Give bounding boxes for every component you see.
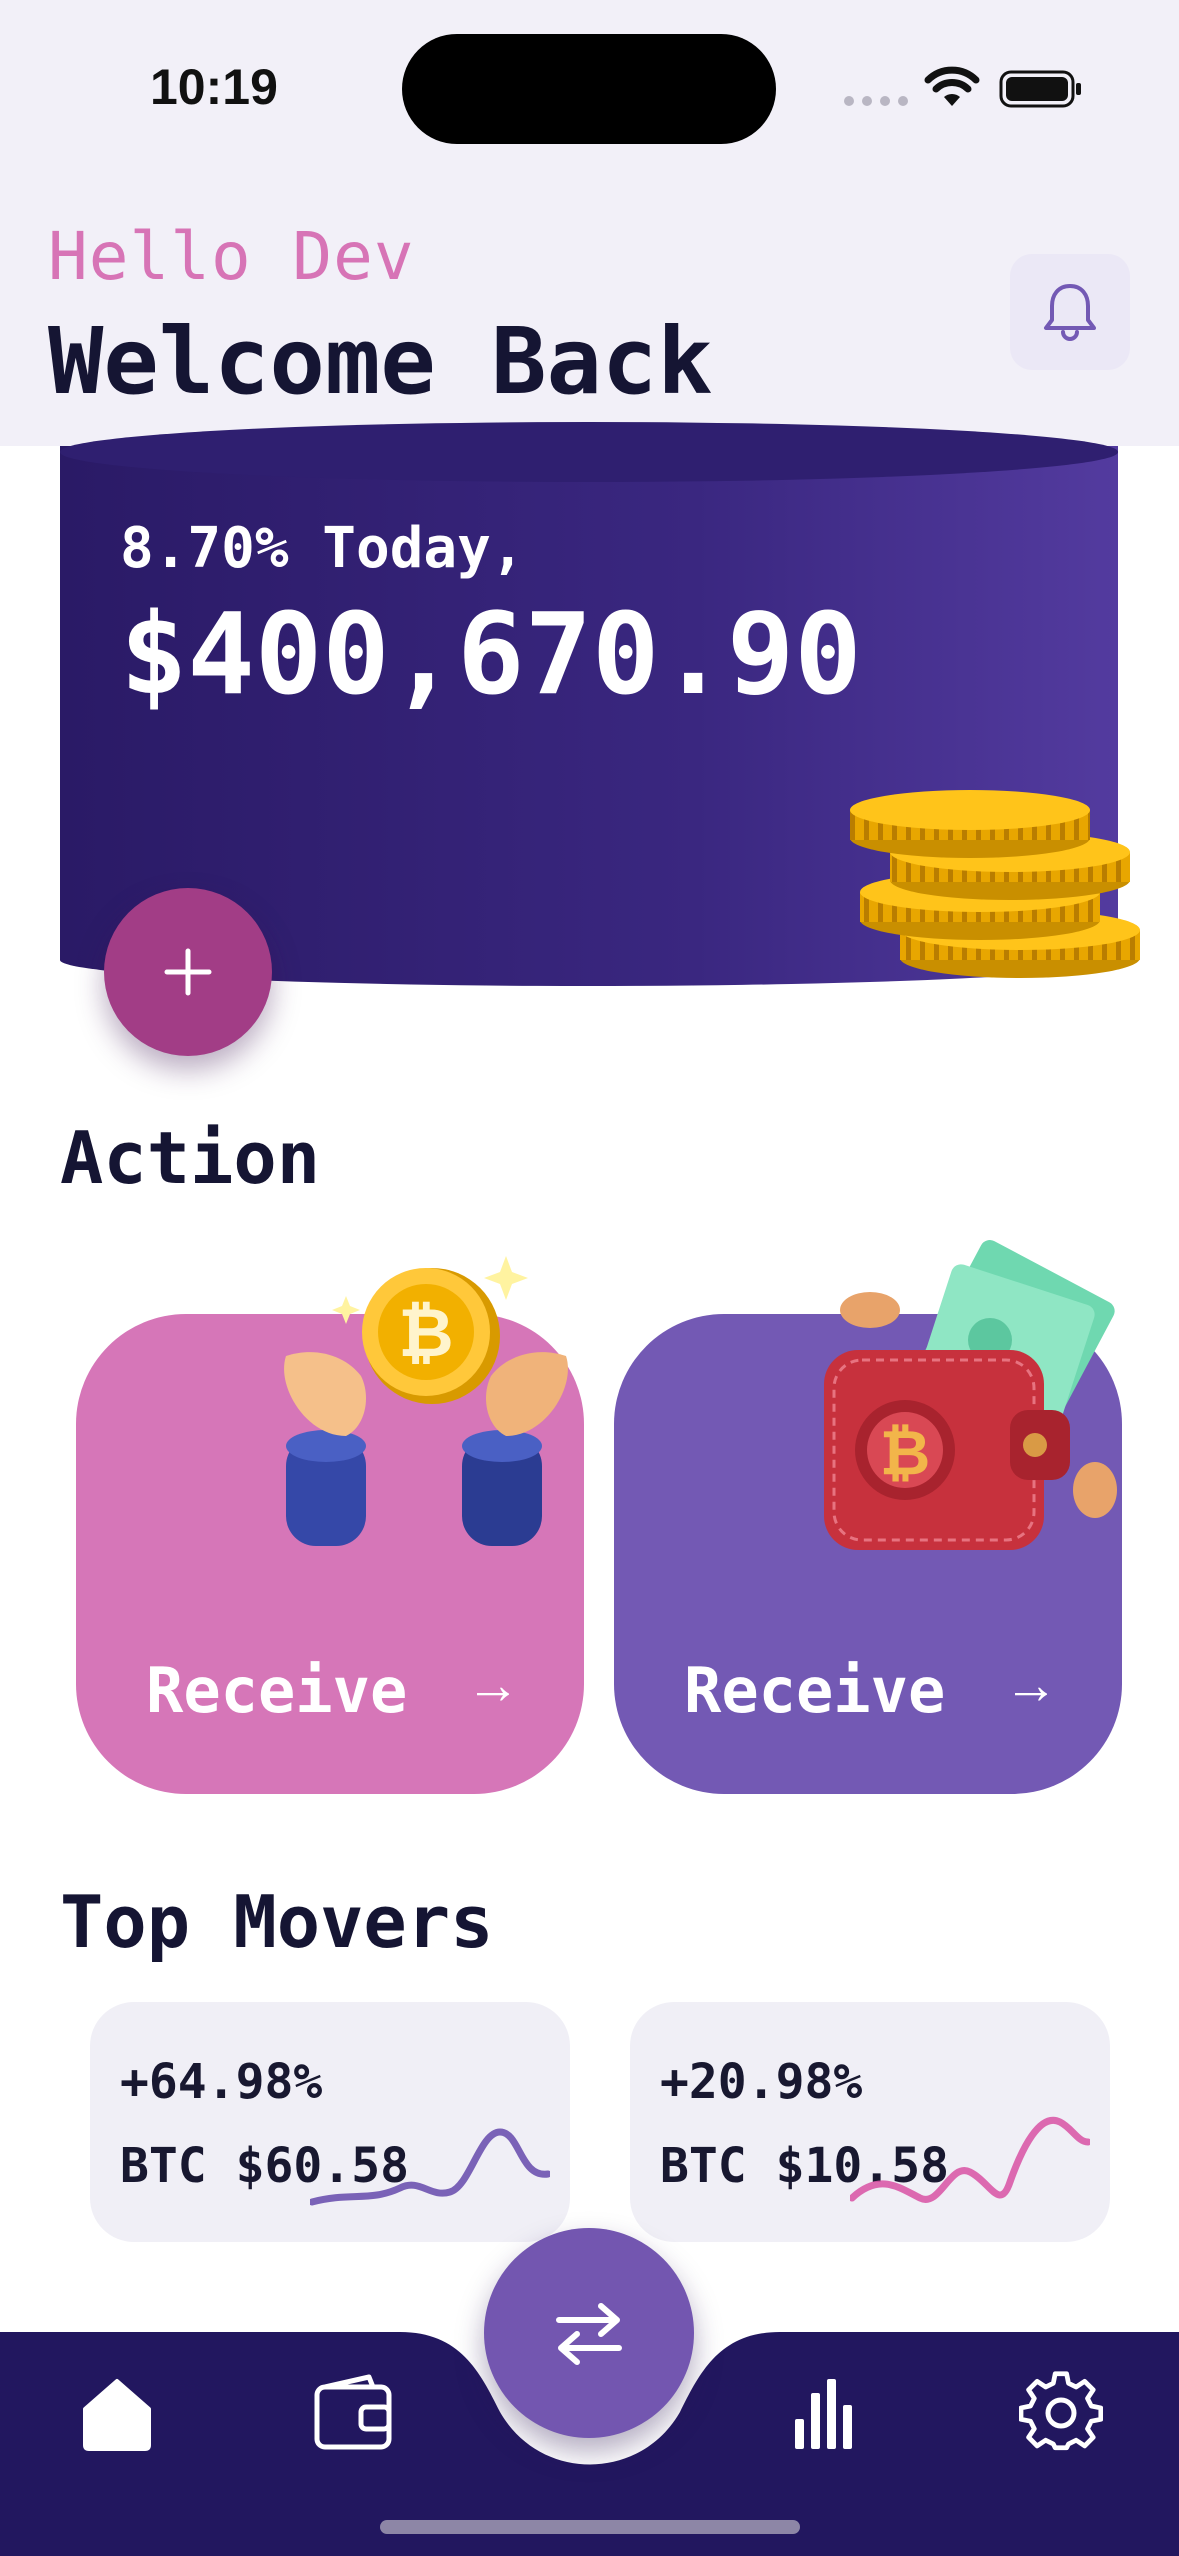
mover-card-1[interactable]: +64.98% BTC $60.58 <box>90 2002 570 2242</box>
settings-gear-icon <box>1019 2371 1103 2451</box>
plus-icon <box>164 948 212 996</box>
wallet-bitcoin-icon: ₿ <box>824 1240 1117 1550</box>
home-icon <box>83 2379 151 2451</box>
nav-wallet[interactable] <box>308 2368 398 2458</box>
nav-home[interactable] <box>72 2368 162 2458</box>
balance-amount: $400,670.90 <box>120 590 862 720</box>
wifi-icon <box>924 66 980 106</box>
dynamic-island <box>402 34 776 144</box>
coin-stack-icon <box>850 790 1140 978</box>
status-indicators <box>844 62 1084 112</box>
bar-chart-icon <box>795 2379 852 2449</box>
nav-settings[interactable] <box>1016 2368 1106 2458</box>
receive-label: Receive <box>684 1654 946 1727</box>
balance-change: 8.70% Today, <box>120 516 525 581</box>
top-movers-title: Top Movers <box>60 1880 494 1964</box>
status-time: 10:19 <box>150 59 278 115</box>
action-section-title: Action <box>60 1116 321 1200</box>
page-title: Welcome Back <box>48 308 713 415</box>
greeting-text: Hello Dev <box>48 218 415 295</box>
arrow-right-icon: → <box>466 1655 520 1715</box>
cellular-signal-icon <box>844 96 908 106</box>
svg-text:₿: ₿ <box>398 1294 453 1373</box>
swap-button[interactable] <box>484 2228 694 2438</box>
mover-change: +20.98% <box>660 2054 863 2110</box>
battery-icon <box>999 70 1081 108</box>
wallet-icon <box>314 2374 392 2450</box>
sparkline-icon <box>850 2116 1090 2203</box>
sparkline-icon <box>310 2128 550 2206</box>
swap-arrows-icon <box>556 2303 622 2365</box>
bell-icon <box>1044 284 1096 341</box>
hands-bitcoin-icon: ₿ <box>284 1256 568 1546</box>
receive-label: Receive <box>146 1654 408 1727</box>
svg-text:₿: ₿ <box>880 1416 931 1489</box>
home-indicator <box>380 2520 800 2534</box>
add-funds-button[interactable] <box>104 888 272 1056</box>
mover-change: +64.98% <box>120 2054 323 2110</box>
arrow-right-icon: → <box>1004 1655 1058 1715</box>
notifications-button[interactable] <box>1010 254 1130 370</box>
nav-stats[interactable] <box>780 2368 870 2458</box>
mover-card-2[interactable]: +20.98% BTC $10.58 <box>630 2002 1110 2242</box>
